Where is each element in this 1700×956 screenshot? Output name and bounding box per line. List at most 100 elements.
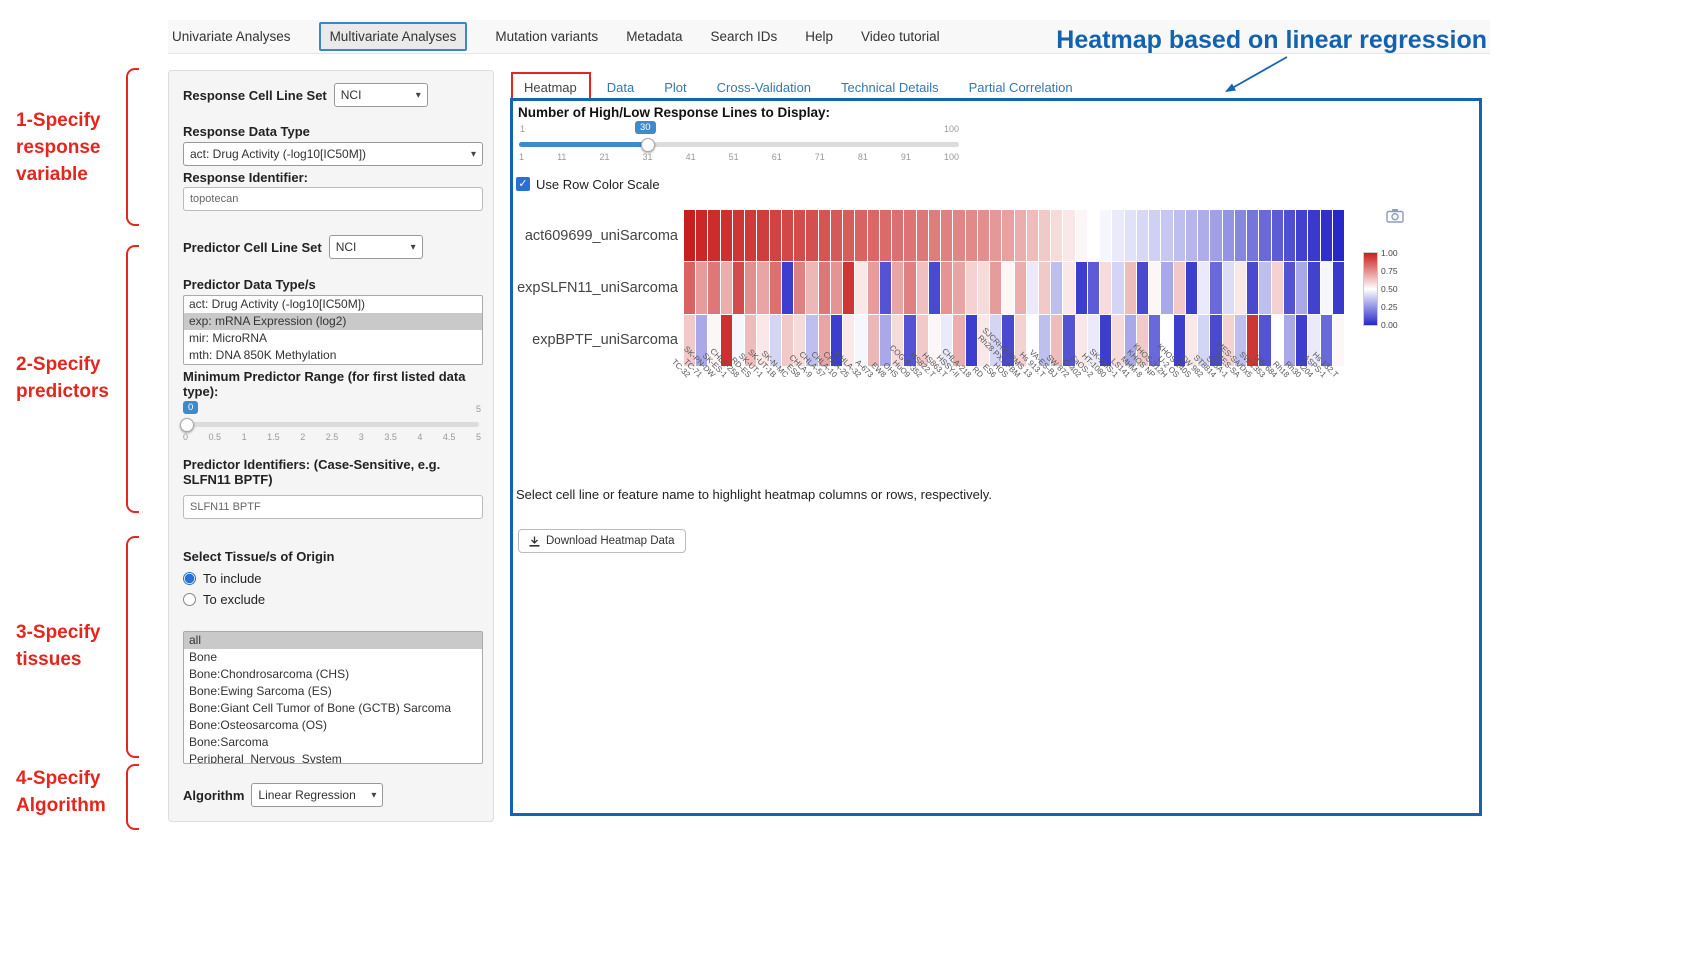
nav-tab-help[interactable]: Help [805,29,833,44]
nav-tab-univariate-analyses[interactable]: Univariate Analyses [172,29,291,44]
listbox-option[interactable]: Bone:Chondrosarcoma (CHS) [184,666,482,683]
heatmap-cell[interactable] [708,210,719,261]
heatmap-cell[interactable] [782,210,793,261]
heatmap-cell[interactable] [1223,210,1234,261]
listbox-option[interactable]: Bone:Sarcoma [184,734,482,751]
heatmap-row-label-act[interactable]: act609699_uniSarcoma [504,228,678,244]
heatmap-cell[interactable] [696,210,707,261]
heatmap-cell[interactable] [1198,210,1209,261]
heatmap-cell[interactable] [1308,262,1319,313]
heatmap-cell[interactable] [1051,210,1062,261]
tab-partial-correlation[interactable]: Partial Correlation [969,80,1073,95]
listbox-option[interactable]: Bone:Osteosarcoma (OS) [184,717,482,734]
heatmap-cell[interactable] [1125,210,1136,261]
heatmap-cell[interactable] [1272,210,1283,261]
tab-plot[interactable]: Plot [664,80,686,95]
nav-tab-search-ids[interactable]: Search IDs [710,29,777,44]
heatmap-cell[interactable] [1027,210,1038,261]
listbox-option[interactable]: Bone:Ewing Sarcoma (ES) [184,683,482,700]
heatmap-cell[interactable] [770,210,781,261]
heatmap-cell[interactable] [1088,210,1099,261]
tab-data[interactable]: Data [607,80,634,95]
heatmap-cell[interactable] [1235,210,1246,261]
heatmap-cell[interactable] [1210,210,1221,261]
predictor-cell-line-set-select[interactable]: NCI ▾ [329,235,423,259]
heatmap-cell[interactable] [819,210,830,261]
nav-tab-video-tutorial[interactable]: Video tutorial [861,29,940,44]
heatmap-cell[interactable] [990,210,1001,261]
heatmap-cell[interactable] [1100,210,1111,261]
heatmap-cell[interactable] [1333,210,1344,261]
heatmap-cell[interactable] [733,210,744,261]
heatmap-cell[interactable] [684,210,695,261]
heatmap-cell[interactable] [929,210,940,261]
predictor-identifiers-input[interactable] [183,495,483,519]
heatmap-cell[interactable] [917,210,928,261]
heatmap-cell[interactable] [1284,262,1295,313]
heatmap-cell[interactable] [1259,210,1270,261]
exclude-radio[interactable] [183,593,196,606]
listbox-option[interactable]: Peripheral_Nervous_System [184,751,482,764]
heatmap-cell[interactable] [868,210,879,261]
camera-icon[interactable] [1386,208,1404,223]
slider-track[interactable] [185,422,479,427]
tab-cross-validation[interactable]: Cross-Validation [717,80,811,95]
heatmap-cell[interactable] [1161,210,1172,261]
lines-slider-handle[interactable] [641,138,655,152]
row-color-scale-checkbox[interactable]: ✓ [516,177,530,191]
heatmap-cell[interactable] [1186,210,1197,261]
heatmap-cell[interactable] [1076,210,1087,261]
heatmap-cell[interactable] [1002,210,1013,261]
nav-tab-metadata[interactable]: Metadata [626,29,682,44]
heatmap-cell[interactable] [1137,210,1148,261]
heatmap-cell[interactable] [843,210,854,261]
heatmap-cell[interactable] [1015,210,1026,261]
listbox-option[interactable]: mth: DNA 850K Methylation [184,347,482,364]
listbox-option[interactable]: exp: mRNA Expression (log2) [184,313,482,330]
heatmap-cell[interactable] [953,210,964,261]
heatmap-cell[interactable] [1321,210,1332,261]
heatmap-cell[interactable] [831,210,842,261]
heatmap-cell[interactable] [855,210,866,261]
heatmap-cell[interactable] [978,210,989,261]
heatmap-cell[interactable] [1174,210,1185,261]
nav-tab-multivariate-analyses[interactable]: Multivariate Analyses [319,22,468,51]
listbox-option[interactable]: mir: MicroRNA [184,330,482,347]
heatmap-cell[interactable] [1039,210,1050,261]
heatmap-cell[interactable] [794,210,805,261]
listbox-option[interactable]: Bone [184,649,482,666]
response-data-type-select[interactable]: act: Drug Activity (-log10[IC50M]) ▾ [183,142,483,166]
include-radio[interactable] [183,572,196,585]
tab-heatmap[interactable]: Heatmap [524,80,577,95]
heatmap-cell[interactable] [1333,315,1344,366]
heatmap-cell[interactable] [1284,210,1295,261]
heatmap-cell[interactable] [757,210,768,261]
heatmap-cell[interactable] [1063,210,1074,261]
heatmap-cell[interactable] [721,210,732,261]
heatmap-cell[interactable] [1296,262,1307,313]
heatmap-cell[interactable] [892,210,903,261]
algorithm-select[interactable]: Linear Regression ▾ [251,783,383,807]
heatmap-cell[interactable] [1149,210,1160,261]
heatmap-cell[interactable] [1321,262,1332,313]
heatmap-cell[interactable] [1296,210,1307,261]
response-identifier-input[interactable] [183,187,483,211]
tissue-listbox[interactable]: allBoneBone:Chondrosarcoma (CHS)Bone:Ewi… [183,631,483,764]
heatmap-cell[interactable] [745,210,756,261]
tab-technical-details[interactable]: Technical Details [841,80,939,95]
predictor-data-types-listbox[interactable]: act: Drug Activity (-log10[IC50M])exp: m… [183,295,483,365]
heatmap-cell[interactable] [880,210,891,261]
heatmap-cell[interactable] [941,210,952,261]
heatmap-cell[interactable] [1308,210,1319,261]
response-cell-line-set-select[interactable]: NCI ▾ [334,83,428,107]
listbox-option[interactable]: Bone:Giant Cell Tumor of Bone (GCTB) Sar… [184,700,482,717]
heatmap-cell[interactable] [1112,210,1123,261]
slider-handle[interactable] [180,418,194,432]
heatmap-cell[interactable] [806,210,817,261]
download-heatmap-data-button[interactable]: Download Heatmap Data [518,529,686,553]
heatmap-cell[interactable] [904,210,915,261]
listbox-option[interactable]: act: Drug Activity (-log10[IC50M]) [184,296,482,313]
listbox-option[interactable]: all [184,632,482,649]
nav-tab-mutation-variants[interactable]: Mutation variants [495,29,598,44]
heatmap-cell[interactable] [966,210,977,261]
